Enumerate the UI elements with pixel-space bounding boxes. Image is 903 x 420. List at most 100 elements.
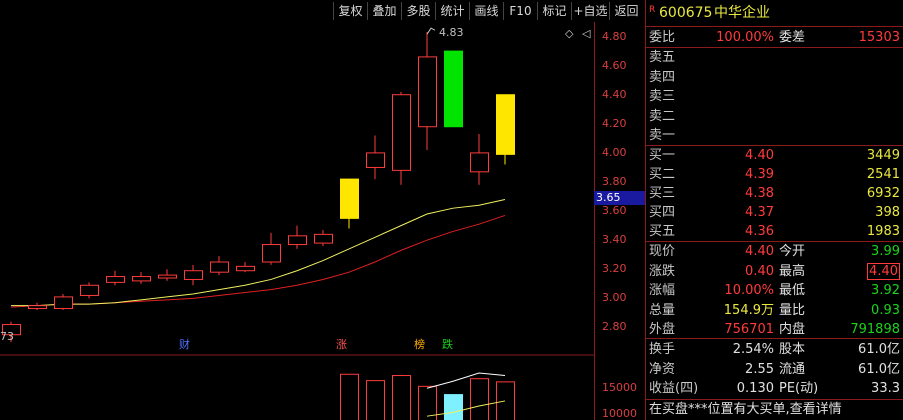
candle-body: [444, 50, 463, 128]
sell-level-label: 卖四: [649, 69, 676, 85]
stat-value: 154.9万: [723, 302, 774, 318]
event-marker[interactable]: 涨: [336, 336, 347, 352]
buy-level-row: 买二 4.39 2541: [646, 165, 903, 184]
fund-row: 换手 2.54% 股本 61.0亿: [646, 340, 903, 359]
price-tick: 3.00: [602, 291, 627, 305]
volume-bar: [340, 373, 359, 420]
buy-level-label: 买一: [649, 148, 676, 163]
candle-body: [184, 270, 203, 280]
stat-label: 量比: [779, 302, 806, 318]
volume-bar: [366, 380, 385, 420]
sell-level-row: 卖五: [646, 48, 903, 67]
stock-header: R 600675 中华企业: [646, 4, 903, 23]
price-tick: 4.60: [602, 58, 627, 72]
buy-level-label: 买三: [649, 186, 676, 201]
candle-body: [470, 152, 489, 173]
buy-level-row: 买四 4.37 398: [646, 203, 903, 222]
stat-value: 3.92: [871, 283, 900, 298]
stat-label: 内盘: [779, 322, 806, 337]
volume-bar: [444, 394, 463, 420]
toolbar-button-8[interactable]: 返回: [609, 2, 643, 20]
buy-level-volume: 398: [875, 205, 900, 220]
candle-body: [366, 152, 385, 168]
volume-tick: 15000: [602, 381, 637, 394]
sell-level-label: 卖五: [649, 50, 676, 65]
candle-body: [236, 265, 255, 272]
weicha-value: 15303: [858, 30, 900, 45]
weibi-row: 委比 100.00% 委差 15303: [646, 28, 903, 47]
toolbar-button-5[interactable]: F10: [503, 2, 537, 20]
fund-label: 流通: [779, 361, 806, 377]
high-label: 4.83: [439, 26, 464, 39]
toolbar-button-7[interactable]: +自选: [571, 2, 609, 20]
candle-body: [80, 284, 99, 296]
kline-chart-panel[interactable]: 复权 叠加 多股 统计 画线 F10 标记 +自选 返回 4.83 73 4.80 4.60 4.40…: [0, 0, 645, 420]
weibi-label: 委比: [649, 30, 676, 45]
kline-canvas[interactable]: 4.83 73: [0, 22, 594, 420]
stat-row: 总量 154.9万 量比 0.93: [646, 301, 903, 320]
alert-footer[interactable]: 在买盘***位置有大买单,查看详情: [646, 400, 903, 419]
high-pointer: [426, 27, 436, 35]
volume-bar: [392, 375, 411, 420]
stat-value: 4.40: [745, 244, 774, 259]
stat-value: 10.00%: [724, 283, 774, 298]
sell-level-row: 卖三: [646, 87, 903, 106]
candle-body: [496, 94, 515, 155]
stock-name: 中华企业: [714, 5, 770, 21]
toolbar-button-3[interactable]: 统计: [435, 2, 469, 20]
buy-level-price: 4.39: [745, 167, 774, 182]
stock-code: 600675: [659, 5, 713, 21]
stat-value: 756701: [724, 322, 774, 337]
buy-level-row: 买五 4.36 1983: [646, 222, 903, 241]
buy-level-label: 买二: [649, 167, 676, 182]
toolbar-button-1[interactable]: 叠加: [367, 2, 401, 20]
diamond-icon[interactable]: ◇: [565, 27, 573, 40]
collapse-icon[interactable]: ◁: [582, 27, 590, 40]
left-cut-label: 73: [0, 330, 14, 343]
price-tick: 2.80: [602, 320, 627, 334]
volume-bar: [496, 381, 515, 420]
quote-panel: R 600675 中华企业 委比 100.00% 委差 15303 卖五卖四卖三…: [645, 0, 903, 420]
buy-level-row: 买一 4.40 3449: [646, 146, 903, 165]
candle-body: [210, 261, 229, 273]
weibi-value: 100.00%: [716, 30, 774, 45]
price-tick: 3.40: [602, 233, 627, 247]
buy-level-price: 4.40: [745, 148, 774, 163]
alert-footer-text[interactable]: 在买盘***位置有大买单,查看详情: [649, 400, 842, 419]
event-marker[interactable]: 榜: [414, 336, 425, 352]
fund-value: 2.55: [745, 361, 774, 377]
candle-body: [288, 235, 307, 246]
fund-row: 收益(四) 0.130 PE(动) 33.3: [646, 379, 903, 398]
buy-level-price: 4.37: [745, 205, 774, 220]
stat-label: 今开: [779, 244, 806, 259]
price-axis: [594, 22, 645, 420]
stat-label: 涨跌: [649, 263, 676, 279]
event-marker[interactable]: 跌: [442, 336, 453, 352]
sell-level-label: 卖一: [649, 128, 676, 143]
chart-toolbar: 复权 叠加 多股 统计 画线 F10 标记 +自选 返回: [0, 0, 645, 22]
candle-body: [314, 233, 333, 244]
buy-level-price: 4.38: [745, 186, 774, 201]
event-marker[interactable]: 财: [179, 336, 190, 352]
toolbar-button-2[interactable]: 多股: [401, 2, 435, 20]
stat-label: 最高: [779, 263, 806, 279]
candle-body: [392, 94, 411, 171]
toolbar-button-6[interactable]: 标记: [537, 2, 571, 20]
stat-label: 最低: [779, 283, 806, 298]
buy-level-volume: 3449: [866, 148, 900, 163]
sell-level-row: 卖一: [646, 126, 903, 145]
stat-label: 现价: [649, 244, 676, 259]
fund-value: 33.3: [871, 381, 900, 396]
stat-label: 外盘: [649, 322, 676, 337]
buy-level-label: 买四: [649, 205, 676, 220]
fund-label: 换手: [649, 342, 676, 357]
fund-value: 61.0亿: [858, 342, 900, 357]
stat-value: 4.40: [867, 262, 900, 280]
toolbar-button-4[interactable]: 画线: [469, 2, 503, 20]
fund-value: 2.54%: [732, 342, 774, 357]
buy-level-label: 买五: [649, 224, 676, 239]
candle-body: [54, 296, 73, 310]
toolbar-button-0[interactable]: 复权: [333, 2, 367, 20]
candle-body: [418, 56, 437, 128]
stat-row: 外盘 756701 内盘 791898: [646, 320, 903, 339]
